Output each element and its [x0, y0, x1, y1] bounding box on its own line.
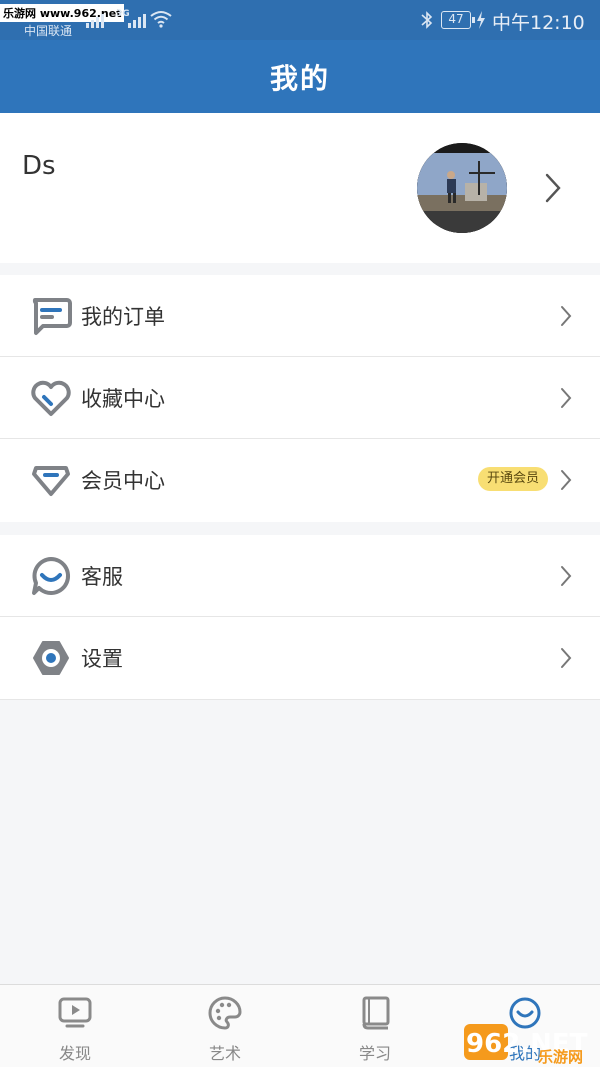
- menu-label-settings: 设置: [81, 647, 123, 671]
- status-bar: 乐游网 www.962.net 中国联通 3G 47 中午12:10: [0, 0, 600, 40]
- chevron-right-icon[interactable]: [542, 171, 564, 205]
- tab-discover[interactable]: 发现: [0, 985, 150, 1067]
- menu-item-favorites[interactable]: 收藏中心: [0, 357, 600, 439]
- wifi-icon: [150, 11, 172, 28]
- menu-group-main: 我的订单 收藏中心 会员中心 开通会员: [0, 275, 600, 522]
- chevron-right-icon: [561, 306, 572, 326]
- avatar-image: [417, 143, 507, 233]
- settings-icon: [33, 641, 69, 675]
- chevron-right-icon: [561, 470, 572, 490]
- menu-label-orders: 我的订单: [81, 304, 165, 329]
- signal-icon-2: [128, 12, 146, 28]
- tab-label-art: 艺术: [208, 1044, 241, 1063]
- clock: 中午12:10: [492, 12, 585, 34]
- chevron-right-icon: [561, 388, 572, 408]
- menu-item-orders[interactable]: 我的订单: [0, 275, 600, 357]
- menu-item-settings[interactable]: 设置: [0, 617, 600, 699]
- charging-icon: [477, 11, 485, 29]
- order-icon: [32, 298, 72, 335]
- tab-study[interactable]: 学习: [300, 985, 450, 1067]
- menu-group-support: 客服 设置: [0, 535, 600, 700]
- username: Ds: [22, 151, 56, 181]
- diamond-icon: [32, 466, 70, 496]
- profile-card[interactable]: Ds: [0, 113, 600, 263]
- carrier-name: 中国联通: [24, 24, 73, 38]
- battery-icon: 47: [441, 11, 475, 29]
- open-membership-badge[interactable]: 开通会员: [478, 467, 549, 491]
- chevron-right-icon: [561, 566, 572, 586]
- palette-icon: [208, 996, 242, 1030]
- menu-item-customer-service[interactable]: 客服: [0, 535, 600, 617]
- watermark-label: 乐游网 www.962.net: [0, 4, 125, 22]
- signal-icon: [86, 12, 104, 28]
- book-icon: [362, 996, 390, 1030]
- menu-label-favorites: 收藏中心: [81, 386, 165, 411]
- customer-service-icon: [32, 556, 71, 595]
- tab-label-discover: 发现: [58, 1044, 91, 1063]
- tv-icon: [58, 997, 92, 1028]
- menu-label-customer-service: 客服: [81, 564, 123, 589]
- tab-label-study: 学习: [358, 1044, 391, 1063]
- tab-art[interactable]: 艺术: [150, 985, 300, 1067]
- page-title: 我的: [269, 61, 330, 95]
- bluetooth-icon: [421, 11, 433, 29]
- menu-label-membership: 会员中心: [81, 469, 165, 493]
- heart-icon: [31, 380, 71, 416]
- watermark-logo-sub: 乐游网: [538, 1048, 583, 1066]
- watermark-logo: 962.NET 乐游网: [464, 1024, 588, 1066]
- page-header: 我的: [0, 40, 600, 113]
- menu-item-membership[interactable]: 会员中心 开通会员: [0, 439, 600, 521]
- avatar[interactable]: [417, 143, 507, 233]
- chevron-right-icon: [561, 648, 572, 668]
